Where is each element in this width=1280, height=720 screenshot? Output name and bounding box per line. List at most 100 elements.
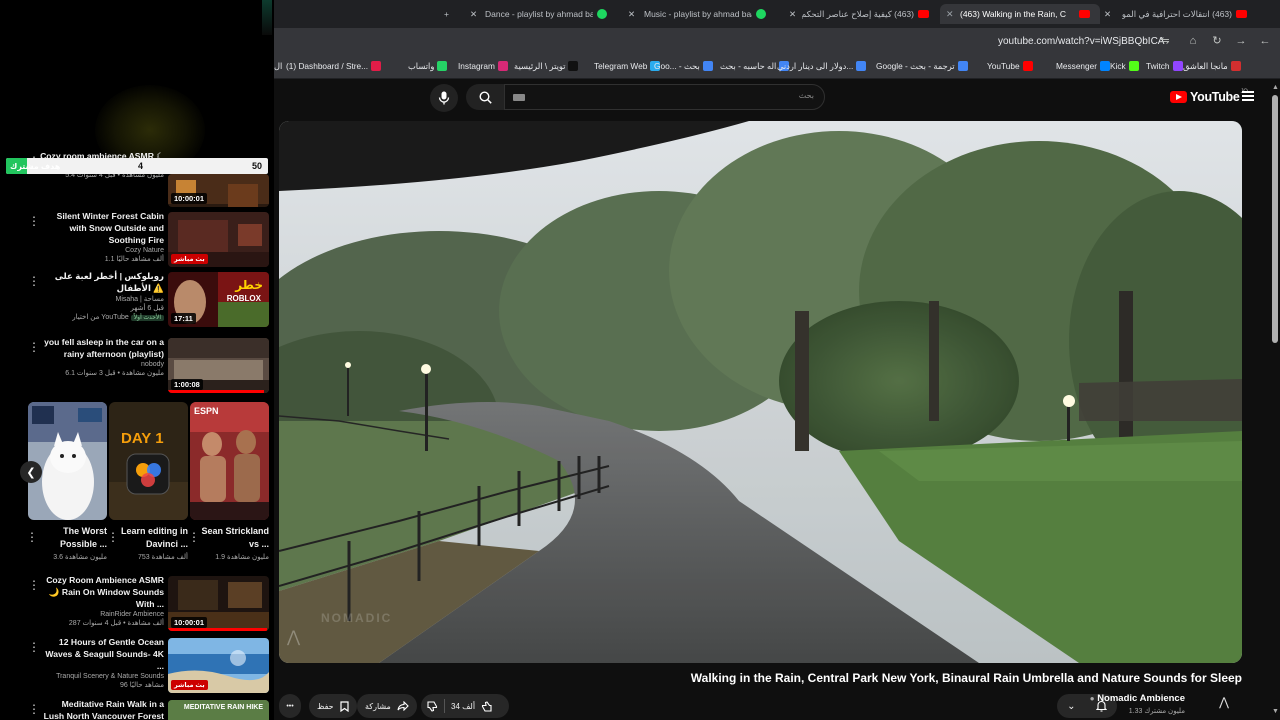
recommendation-thumbnail[interactable]: MEDITATIVE RAIN HIKE	[168, 700, 269, 720]
short-card[interactable]: The Worst Possible ... 3.6 مليون مشاهدة …	[26, 402, 107, 561]
recommendation-thumbnail[interactable]: 1:00:08	[168, 338, 269, 393]
more-icon[interactable]: ⋮	[28, 274, 40, 288]
recommendation-thumbnail[interactable]: بث مباشر	[168, 638, 269, 693]
shorts-previous-button[interactable]: ❮	[20, 461, 42, 483]
webcam-edge	[262, 0, 272, 35]
recommendation-thumbnail[interactable]: خطر ROBLOX 17:11	[168, 272, 269, 327]
recommendation-title[interactable]: Meditative Rain Walk in a Lush North Van…	[40, 698, 164, 720]
short-card[interactable]: ESPN Sean Strickland vs ... 1.9 مليون مش…	[188, 402, 269, 561]
tab-close-button[interactable]: ✕	[789, 4, 796, 24]
page-scrollbar[interactable]	[1272, 95, 1278, 343]
recommendation-channel[interactable]: Cozy Nature	[40, 247, 164, 254]
bookmark-item[interactable]: Google - ترجمة - بحث	[876, 61, 968, 71]
recommendation-title[interactable]: روبلوكس | أخطر لعبة على الأطفال ⚠️	[40, 270, 164, 294]
bookmark-item[interactable]: (1) Dashboard / Stre...	[286, 61, 382, 71]
browser-tab[interactable]: (463) انتقالات احترافية في المونتاج	[1122, 4, 1250, 24]
short-title[interactable]: Learn editing in Davinci ...	[109, 525, 188, 551]
recommendation-channel[interactable]: nobody	[40, 361, 164, 368]
like-icon[interactable]	[481, 700, 492, 712]
share-button[interactable]: مشاركة	[357, 694, 417, 718]
recommendation-item[interactable]: ⋮ you fell asleep in the car on a rainy a…	[0, 336, 274, 394]
bookmark-item[interactable]: Instagram	[458, 61, 508, 71]
recommendation-title[interactable]: you fell asleep in the car on a rainy af…	[40, 336, 164, 360]
search-button[interactable]	[466, 84, 504, 110]
back-icon[interactable]: ←	[1258, 34, 1272, 48]
forward-icon[interactable]: →	[1234, 34, 1248, 48]
browser-tab-active[interactable]: ✕ (463) Walking in the Rain, C	[940, 4, 1100, 24]
bookmark-item[interactable]: تويتر \ الرئيسية	[514, 61, 579, 71]
recommendation-channel[interactable]: Misaha | مساحة	[40, 295, 165, 303]
more-icon[interactable]: ⋮	[26, 530, 38, 544]
bookmark-item[interactable]: YouTube	[987, 61, 1033, 71]
voice-search-button[interactable]	[430, 84, 458, 112]
source-label: من اختيار YouTube	[72, 314, 129, 321]
site-settings-icon[interactable]: ⇋	[1158, 34, 1172, 48]
new-tab-button[interactable]: +	[444, 4, 449, 24]
search-input[interactable]: بحث	[504, 84, 825, 110]
browser-tab[interactable]: Music - playlist by ahmad baa	[644, 4, 770, 24]
recommendation-item[interactable]: ⋮ Cozy Room Ambience ASMR 🌙 Rain On Windo…	[0, 574, 274, 632]
menu-icon[interactable]	[1242, 91, 1254, 101]
reload-icon[interactable]: ↻	[1210, 34, 1224, 48]
recommendation-title[interactable]: Cozy Room Ambience ASMR 🌙 Rain On Window…	[40, 574, 164, 610]
more-icon[interactable]: ⋮	[28, 214, 40, 228]
video-actions-row: ••• حفظ مشاركة 34 ألف ⌄ ● Nomadic Ambien…	[279, 692, 1242, 718]
more-icon[interactable]: ⋮	[28, 702, 40, 716]
bookmark-item[interactable]: واتساب	[408, 61, 448, 71]
bookmark-item[interactable]: Twitch	[1146, 61, 1183, 71]
channel-name[interactable]: ● Nomadic Ambience	[1090, 693, 1185, 704]
recommendation-item[interactable]: ⋮ Silent Winter Forest Cabin with Snow Ou…	[0, 210, 274, 268]
scroll-up-arrow[interactable]: ▲	[1272, 84, 1279, 91]
recommendation-item[interactable]: ⋮ روبلوكس | أخطر لعبة على الأطفال ⚠️ Misah…	[0, 270, 274, 328]
bookmark-item[interactable]: Messenger	[1056, 61, 1111, 71]
tab-close-button[interactable]: ✕	[628, 4, 635, 24]
davinci-thumbnail-art	[109, 402, 188, 520]
home-icon[interactable]: ⌂	[1186, 34, 1200, 48]
bookmark-label: اله حاسبه - بحث	[720, 61, 777, 71]
recommendation-title[interactable]: Silent Winter Forest Cabin with Snow Out…	[40, 210, 164, 246]
dislike-icon[interactable]	[427, 700, 438, 712]
subscriber-goal-widget: هدف مشترك 4 50	[6, 158, 268, 174]
bookmark-item[interactable]: دولار الى دينار اردني...	[777, 61, 867, 71]
save-button[interactable]: حفظ	[309, 694, 357, 718]
short-card[interactable]: DAY 1 Learn editing in Davinci ... 753 أ…	[107, 402, 188, 561]
recommendation-item[interactable]: ⋮ 12 Hours of Gentle Ocean Waves & Seagul…	[0, 636, 274, 694]
youtube-logo[interactable]: YouTube JO	[1170, 89, 1248, 104]
close-icon[interactable]: ✕	[946, 9, 954, 20]
recommendation-channel[interactable]: Tranquil Scenery & Nature Sounds	[40, 673, 164, 680]
scroll-down-arrow[interactable]: ▼	[1272, 708, 1279, 715]
bookmark-item[interactable]: Goo... - بحث	[654, 61, 713, 71]
recommendation-item[interactable]: ⋮ Meditative Rain Walk in a Lush North Va…	[0, 698, 274, 720]
channel-avatar[interactable]: ⋀	[1214, 695, 1234, 715]
browser-tab[interactable]: Dance - playlist by ahmad baa	[485, 4, 610, 24]
more-icon[interactable]: ⋮	[107, 530, 119, 544]
short-title[interactable]: Sean Strickland vs ...	[190, 525, 269, 551]
more-icon[interactable]: ⋮	[28, 640, 40, 654]
bookmark-item[interactable]: Telegram Web	[594, 61, 661, 71]
url-field[interactable]: youtube.com/watch?v=iWSjBBQbICA	[998, 36, 1164, 47]
more-icon[interactable]: ⋮	[28, 578, 40, 592]
keyboard-icon[interactable]	[513, 94, 525, 101]
short-title[interactable]: The Worst Possible ...	[28, 525, 107, 551]
recommendation-title[interactable]: 12 Hours of Gentle Ocean Waves & Seagull…	[40, 636, 164, 672]
short-thumbnail[interactable]: DAY 1	[109, 402, 188, 520]
browser-tab[interactable]: (463) كيفية إصلاح عناصر التحكم ...	[802, 4, 932, 24]
more-icon[interactable]: ⋮	[188, 530, 200, 544]
bookmark-icon	[339, 700, 349, 712]
more-actions-button[interactable]: •••	[279, 694, 301, 718]
recommendation-channel[interactable]: RainRider Ambience	[40, 611, 164, 618]
bookmark-item[interactable]: Kick	[1110, 61, 1139, 71]
recommendation-thumbnail[interactable]: 10:00:01	[168, 174, 269, 207]
short-thumb-text: ESPN	[194, 406, 219, 416]
tab-close-button[interactable]: ✕	[470, 4, 477, 24]
video-title: Walking in the Rain, Central Park New Yo…	[690, 671, 1242, 685]
recommendation-thumbnail[interactable]: 10:00:01	[168, 576, 269, 631]
short-thumbnail[interactable]: ESPN	[190, 402, 269, 520]
bookmark-item[interactable]: مانجا العاشق	[1183, 61, 1241, 71]
bookmark-overflow[interactable]: ال	[274, 61, 282, 71]
video-player[interactable]: NOMADIC ⋀	[279, 121, 1242, 663]
short-thumbnail[interactable]	[28, 402, 107, 520]
recommendation-thumbnail[interactable]: السنايمبث مباشر	[168, 212, 269, 267]
tab-close-button[interactable]: ✕	[1104, 4, 1111, 24]
more-icon[interactable]: ⋮	[28, 340, 40, 354]
